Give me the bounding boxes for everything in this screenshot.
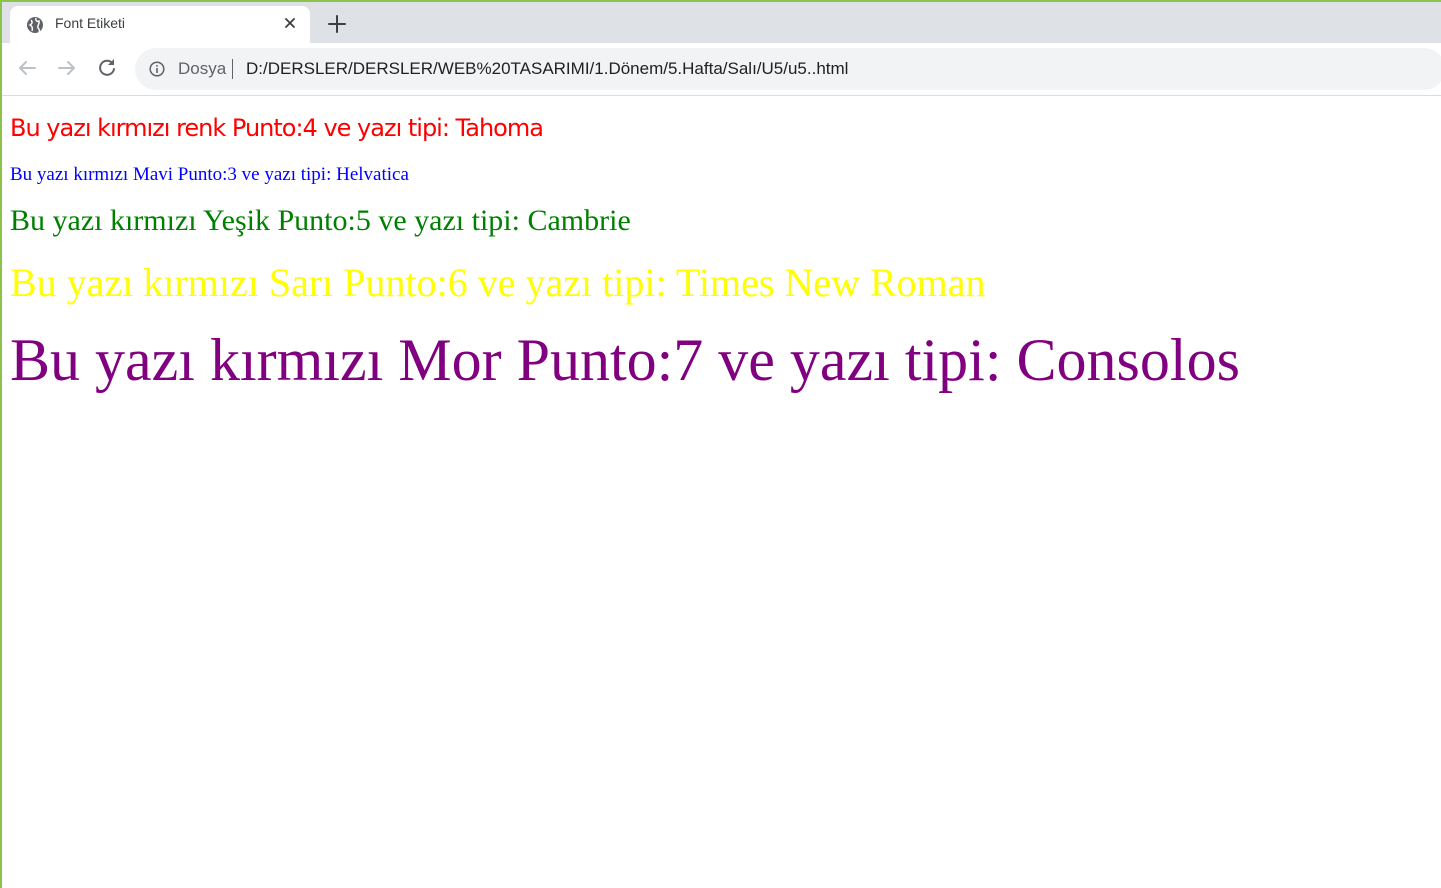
- arrow-left-icon[interactable]: [15, 56, 39, 80]
- separator: [232, 59, 233, 79]
- tab-strip: Font Etiketi: [2, 2, 1441, 43]
- text-line-purple: Bu yazı kırmızı Mor Punto:7 ve yazı tipi…: [10, 327, 1240, 393]
- browser-toolbar: Dosya D:/DERSLER/DERSLER/WEB%20TASARIMI/…: [2, 43, 1441, 96]
- globe-icon: [26, 16, 44, 34]
- reload-icon[interactable]: [95, 56, 119, 80]
- text-line-yellow: Bu yazı kırmızı Sarı Punto:6 ve yazı tip…: [10, 260, 986, 305]
- tab-font-etiketi[interactable]: Font Etiketi: [10, 6, 310, 43]
- info-icon[interactable]: [149, 61, 165, 77]
- plus-icon[interactable]: [324, 11, 350, 37]
- text-line-green: Bu yazı kırmızı Yeşik Punto:5 ve yazı ti…: [10, 204, 631, 237]
- arrow-right-icon[interactable]: [55, 56, 79, 80]
- text-line-blue: Bu yazı kırmızı Mavi Punto:3 ve yazı tip…: [10, 164, 409, 185]
- text-line-red: Bu yazı kırmızı renk Punto:4 ve yazı tip…: [10, 114, 544, 142]
- url-text[interactable]: D:/DERSLER/DERSLER/WEB%20TASARIMI/1.Döne…: [246, 59, 848, 79]
- address-bar[interactable]: Dosya D:/DERSLER/DERSLER/WEB%20TASARIMI/…: [135, 48, 1441, 90]
- scheme-label: Dosya: [178, 59, 227, 78]
- close-icon[interactable]: [282, 15, 298, 31]
- window-frame-left: [0, 0, 2, 888]
- tab-title: Font Etiketi: [55, 15, 126, 31]
